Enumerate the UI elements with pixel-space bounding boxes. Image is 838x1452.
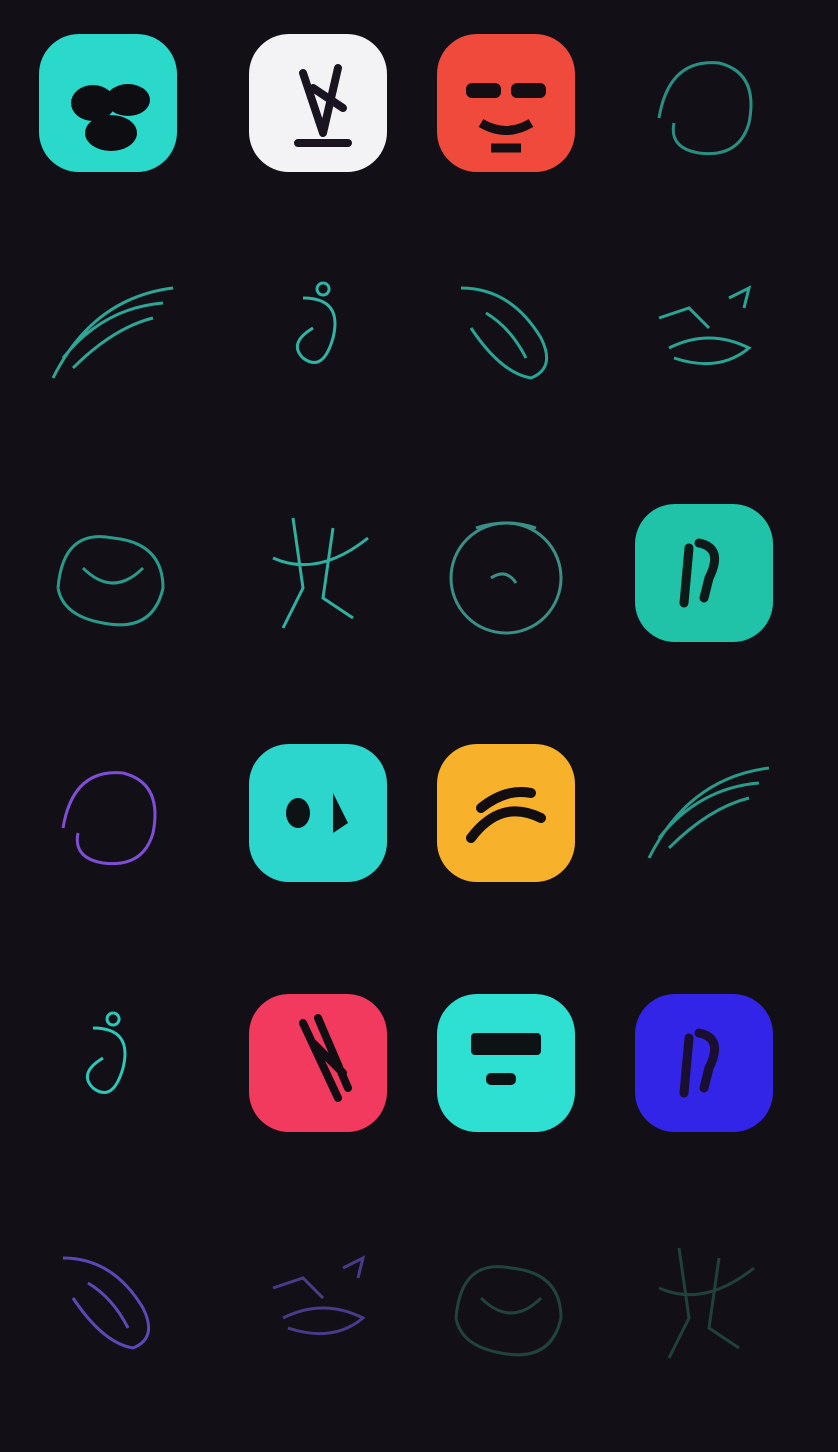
white-anchor-icon bbox=[243, 28, 393, 178]
line-circle-icon bbox=[431, 498, 581, 648]
teal-chevron-icon bbox=[33, 988, 183, 1138]
line-bird-icon bbox=[431, 258, 581, 408]
dark-orb-icon bbox=[629, 1228, 779, 1378]
line-swirl-icon bbox=[243, 258, 393, 408]
red-glasses-face-icon bbox=[431, 28, 581, 178]
purple-leaf-icon bbox=[33, 1228, 183, 1378]
teal-wave-icon bbox=[243, 738, 393, 888]
blue-face-icon bbox=[629, 988, 779, 1138]
teal-landscape-icon bbox=[629, 498, 779, 648]
line-portrait-icon bbox=[629, 28, 779, 178]
yellow-brush-icon bbox=[431, 738, 581, 888]
pink-face-icon bbox=[243, 988, 393, 1138]
icon-grid bbox=[0, 0, 838, 1452]
aqua-letter-icon bbox=[431, 988, 581, 1138]
line-knot-icon bbox=[33, 498, 183, 648]
line-figure-icon bbox=[629, 258, 779, 408]
purple-orb-icon bbox=[243, 1228, 393, 1378]
line-feather-icon bbox=[33, 258, 183, 408]
dark-wave-icon bbox=[431, 1228, 581, 1378]
line-abstract-icon bbox=[243, 498, 393, 648]
teal-mask-icon bbox=[33, 28, 183, 178]
purple-swirl-icon bbox=[33, 738, 183, 888]
line-mountain-icon bbox=[629, 738, 779, 888]
